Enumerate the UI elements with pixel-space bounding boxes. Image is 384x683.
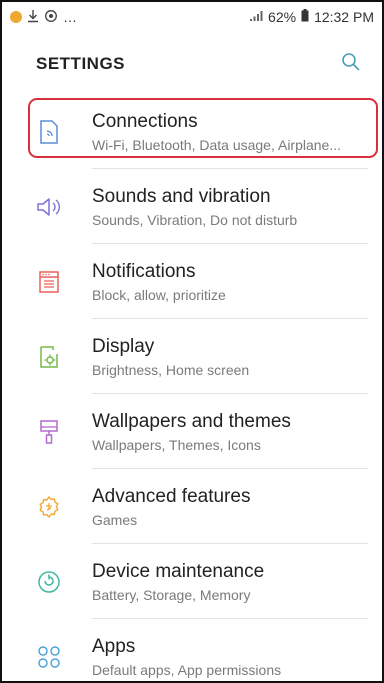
page-title: SETTINGS [36,54,126,73]
settings-item-device-maintenance[interactable]: Device maintenance Battery, Storage, Mem… [2,544,382,619]
notifications-icon [36,269,62,295]
settings-screen: … 62% 12:32 PM SETTINGS Connections Wi-F… [0,0,384,683]
item-subtitle: Games [92,511,138,528]
item-subtitle: Wi-Fi, Bluetooth, Data usage, Airplane..… [92,136,342,153]
clock: 12:32 PM [314,9,374,25]
item-title: Wallpapers and themes [92,410,291,432]
settings-item-connections[interactable]: Connections Wi-Fi, Bluetooth, Data usage… [2,94,382,169]
item-subtitle: Block, allow, prioritize [92,286,226,303]
settings-item-advanced-features[interactable]: Advanced features Games [2,469,382,544]
settings-list: Connections Wi-Fi, Bluetooth, Data usage… [2,94,382,681]
item-subtitle: Brightness, Home screen [92,361,250,378]
item-subtitle: Sounds, Vibration, Do not disturb [92,211,298,228]
search-button[interactable] [340,52,362,77]
settings-item-apps[interactable]: Apps Default apps, App permissions [2,619,382,681]
apps-grid-icon [36,644,62,670]
status-bar: … 62% 12:32 PM [2,2,382,32]
search-icon [341,52,361,77]
battery-percent: 62% [268,9,297,25]
header: SETTINGS [2,42,382,86]
sync-icon [44,9,58,26]
maintenance-icon [36,569,62,595]
item-title: Connections [92,110,198,132]
display-icon [36,344,62,370]
brush-icon [36,419,62,445]
item-title: Advanced features [92,485,251,507]
settings-item-sounds[interactable]: Sounds and vibration Sounds, Vibration, … [2,169,382,244]
item-title: Display [92,335,155,357]
puzzle-gear-icon [36,494,62,520]
signal-icon [249,9,263,25]
item-title: Device maintenance [92,560,265,582]
settings-item-display[interactable]: Display Brightness, Home screen [2,319,382,394]
item-title: Sounds and vibration [92,185,271,207]
more-notifications-text: … [63,9,77,25]
settings-item-wallpapers[interactable]: Wallpapers and themes Wallpapers, Themes… [2,394,382,469]
item-title: Notifications [92,260,196,282]
battery-icon [301,9,309,25]
download-icon [27,9,39,26]
item-title: Apps [92,635,136,657]
speaker-icon [36,194,62,220]
notification-app-icon [10,11,22,23]
item-subtitle: Battery, Storage, Memory [92,586,251,603]
item-subtitle: Wallpapers, Themes, Icons [92,436,261,453]
item-subtitle: Default apps, App permissions [92,661,282,678]
connections-icon [36,119,62,145]
settings-item-notifications[interactable]: Notifications Block, allow, prioritize [2,244,382,319]
